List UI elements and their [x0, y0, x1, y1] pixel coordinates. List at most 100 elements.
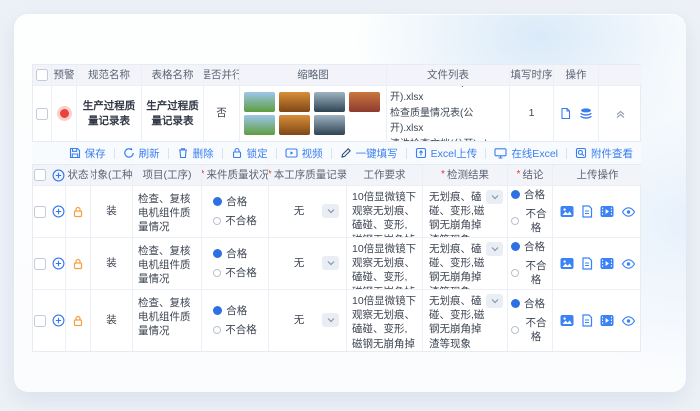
- row-checkbox[interactable]: [33, 314, 46, 327]
- record-select[interactable]: 无: [272, 313, 343, 328]
- result-select[interactable]: 无划痕、磕碰、变形,磁钢无崩角掉渣等现象: [423, 186, 507, 237]
- radio-selected-icon: [213, 197, 223, 207]
- incoming-cell: 合格 不合格: [202, 289, 269, 351]
- project-cell: 检查、复核电机组件质量情况: [133, 289, 202, 351]
- spec-table-header-row: 预警 规范名称 表格名称 是否并行 缩略图 文件列表 填写时序 操作: [33, 65, 642, 85]
- header-blank: [599, 65, 642, 85]
- spec-table-row: 生产过程质量记录表 生产过程质量记录表 否 生产过程记录表(公开).xlsx 检查…: [33, 85, 642, 141]
- upload-video-icon[interactable]: [600, 314, 614, 327]
- object-cell: 装: [91, 237, 133, 289]
- add-row-icon[interactable]: [52, 169, 65, 182]
- file-name: 生产过程记录表(公开).xlsx: [390, 86, 473, 104]
- detail-table: 状态 对象(工种) 项目(工序) *来件质量状况 *本工序质量记录 工作要求 *…: [32, 164, 642, 352]
- header-result: * 检测结果: [423, 165, 508, 185]
- thumbnail-landscape[interactable]: [244, 92, 275, 112]
- layers-icon[interactable]: [579, 107, 593, 120]
- thumbnail-palace[interactable]: [349, 92, 380, 112]
- row-checkbox[interactable]: [33, 257, 46, 270]
- radio-selected-icon: [213, 306, 223, 316]
- thumbnail-landscape[interactable]: [244, 115, 275, 135]
- save-button[interactable]: 保存: [61, 146, 114, 161]
- record-select[interactable]: 无: [272, 256, 343, 271]
- radio-fail[interactable]: 不合格: [511, 207, 549, 235]
- required-asterisk: *: [441, 169, 445, 181]
- radio-fail[interactable]: 不合格: [511, 316, 549, 344]
- record-cell: 无: [269, 289, 347, 351]
- upload-image-icon[interactable]: [560, 314, 574, 327]
- thumbnail-mountain[interactable]: [314, 115, 345, 135]
- attachment-view-button[interactable]: 附件查看: [567, 146, 641, 161]
- select-all-checkbox[interactable]: [36, 69, 48, 81]
- preview-eye-icon[interactable]: [621, 206, 636, 218]
- add-row-icon[interactable]: [52, 257, 65, 270]
- add-row-icon[interactable]: [52, 314, 65, 327]
- radio-pass[interactable]: 合格: [213, 247, 247, 261]
- preview-eye-icon[interactable]: [621, 258, 636, 270]
- upload-image-icon[interactable]: [560, 257, 574, 270]
- toolbar: 保存 刷新 删除 锁定 视频 一键填写 Excel上传 在线Excel 附件查看: [32, 142, 641, 164]
- row-select-cell: [33, 237, 66, 289]
- spec-table: 预警 规范名称 表格名称 是否并行 缩略图 文件列表 填写时序 操作 生产过程质…: [32, 64, 642, 142]
- thumbnail-autumn[interactable]: [279, 92, 310, 112]
- radio-fail[interactable]: 不合格: [213, 266, 257, 280]
- chevron-down-icon: [322, 204, 339, 219]
- header-table-name: 表格名称: [142, 65, 204, 85]
- file-list: 生产过程记录表(公开).xlsx 检查质量情况表(公开).xlsx 清洗检查文档(公…: [390, 86, 506, 141]
- conclusion-cell: 合格 不合格: [508, 289, 553, 351]
- radio-pass[interactable]: 合格: [511, 297, 545, 311]
- upload-video-icon[interactable]: [600, 205, 614, 218]
- upload-document-icon[interactable]: [581, 257, 593, 270]
- collapse-icon[interactable]: [615, 108, 626, 119]
- radio-fail[interactable]: 不合格: [213, 323, 257, 337]
- add-row-icon[interactable]: [52, 205, 65, 218]
- radio-unselected-icon: [511, 269, 519, 278]
- online-excel-button[interactable]: 在线Excel: [486, 146, 566, 161]
- refresh-button[interactable]: 刷新: [115, 146, 168, 161]
- delete-button[interactable]: 删除: [169, 146, 222, 161]
- radio-pass[interactable]: 合格: [511, 188, 545, 202]
- upload-document-icon[interactable]: [581, 205, 593, 218]
- upload-document-icon[interactable]: [581, 314, 593, 327]
- row-checkbox[interactable]: [33, 205, 46, 218]
- header-record: *本工序质量记录: [269, 165, 347, 185]
- warning-cell: [52, 85, 77, 141]
- radio-unselected-icon: [213, 326, 222, 335]
- header-thumbnail: 缩略图: [240, 65, 387, 85]
- status-cell: [66, 237, 91, 289]
- header-file-list: 文件列表: [387, 65, 510, 85]
- object-cell: 装: [91, 289, 133, 351]
- thumbnail-autumn[interactable]: [279, 115, 310, 135]
- lock-icon: [232, 147, 241, 159]
- radio-pass[interactable]: 合格: [511, 240, 545, 254]
- upload-image-icon[interactable]: [560, 205, 574, 218]
- result-select[interactable]: 无划痕、磕碰、变形,磁钢无崩角掉渣等现象: [423, 238, 507, 289]
- header-operation: 操作: [554, 65, 599, 85]
- result-select[interactable]: 无划痕、磕碰、变形,磁钢无崩角掉渣等现象: [423, 290, 507, 351]
- radio-fail[interactable]: 不合格: [213, 214, 257, 228]
- upload-actions-cell: [553, 237, 642, 289]
- header-requirement: 工作要求: [347, 165, 423, 185]
- thumbnail-mountain[interactable]: [314, 92, 345, 112]
- lock-button[interactable]: 锁定: [223, 146, 276, 161]
- project-cell: 检查、复核电机组件质量情况: [133, 185, 202, 237]
- locked-status-icon: [73, 206, 83, 217]
- preview-eye-icon[interactable]: [621, 315, 636, 327]
- thumbnail-cell: [240, 85, 387, 141]
- video-button[interactable]: 视频: [277, 146, 331, 161]
- radio-pass[interactable]: 合格: [213, 195, 247, 209]
- upload-actions-cell: [553, 185, 642, 237]
- project-cell: 检查、复核电机组件质量情况: [133, 237, 202, 289]
- video-icon: [285, 148, 298, 158]
- detail-row: 装 检查、复核电机组件质量情况 合格 不合格 无 10倍显微镜下观察无划痕、磕碰…: [33, 237, 642, 289]
- row-checkbox[interactable]: [36, 107, 48, 120]
- upload-video-icon[interactable]: [600, 257, 614, 270]
- fill-order-cell: 1: [510, 85, 554, 141]
- row-select-cell: [33, 185, 66, 237]
- excel-upload-button[interactable]: Excel上传: [407, 146, 486, 161]
- radio-fail[interactable]: 不合格: [511, 259, 549, 287]
- radio-pass[interactable]: 合格: [213, 304, 247, 318]
- record-select[interactable]: 无: [272, 204, 343, 219]
- detail-select-all-checkbox[interactable]: [33, 169, 46, 181]
- one-key-fill-button[interactable]: 一键填写: [332, 146, 406, 161]
- file-icon[interactable]: [559, 107, 572, 120]
